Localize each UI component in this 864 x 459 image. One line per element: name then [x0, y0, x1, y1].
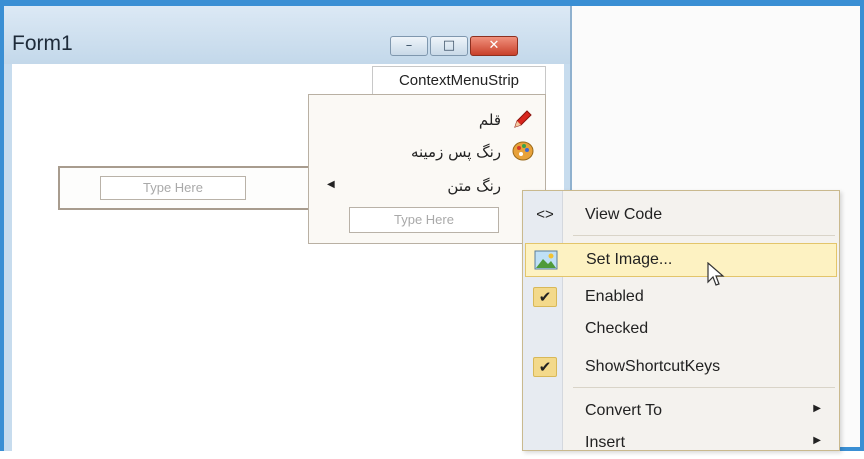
menu-item-label: ShowShortcutKeys: [585, 358, 721, 375]
designer-context-menu[interactable]: <> View Code Set Image... ✔ Enabled Chec…: [522, 190, 840, 451]
menu-item-checked[interactable]: Checked: [525, 313, 837, 345]
cms-item-background-color[interactable]: رنگ پس زمینه: [411, 143, 501, 161]
minimize-icon: –: [405, 38, 413, 53]
form-titlebar[interactable]: Form1 – □ ✕: [4, 6, 570, 64]
context-menu-strip-tab[interactable]: ContextMenuStrip: [372, 66, 546, 94]
menu-strip[interactable]: Type Here: [58, 166, 312, 210]
image-icon: [534, 250, 558, 270]
menu-item-label: Checked: [585, 320, 649, 337]
submenu-arrow-icon: ▶: [813, 435, 821, 446]
close-button[interactable]: ✕: [470, 36, 518, 56]
menu-item-label: Enabled: [585, 288, 644, 305]
menu-item-set-image[interactable]: Set Image...: [525, 243, 837, 277]
menu-item-show-shortcut-keys[interactable]: ✔ ShowShortcutKeys: [525, 351, 837, 383]
pen-icon: [514, 110, 532, 128]
menu-item-enabled[interactable]: ✔ Enabled: [525, 281, 837, 313]
cms-type-here-box[interactable]: Type Here: [349, 207, 499, 233]
cms-item-pen[interactable]: قلم: [479, 111, 501, 129]
context-menu-strip-dropdown[interactable]: قلم رنگ پس زمینه رنگ متن ◀ Type Here: [308, 94, 546, 244]
menu-item-label: Insert: [585, 434, 626, 451]
palette-icon: [512, 141, 534, 161]
menu-item-convert-to[interactable]: Convert To ▶: [525, 395, 837, 427]
menu-separator: [573, 387, 835, 388]
menustrip-type-here-box[interactable]: Type Here: [100, 176, 246, 200]
form-title: Form1: [12, 32, 73, 55]
minimize-button[interactable]: –: [390, 36, 428, 56]
menu-item-label: Set Image...: [586, 251, 673, 268]
menu-item-view-code[interactable]: <> View Code: [525, 199, 837, 231]
submenu-left-arrow-icon: ◀: [327, 179, 335, 190]
mouse-cursor-icon: [707, 262, 725, 286]
cms-item-text-color[interactable]: رنگ متن: [447, 177, 501, 195]
maximize-button[interactable]: □: [430, 36, 468, 56]
checkmark-icon: ✔: [533, 357, 557, 377]
menu-item-insert[interactable]: Insert ▶: [525, 427, 837, 459]
close-icon: ✕: [488, 38, 500, 53]
submenu-arrow-icon: ▶: [813, 403, 821, 414]
maximize-icon: □: [442, 38, 456, 53]
code-icon: <>: [536, 206, 554, 223]
frame-right-border: [860, 0, 864, 451]
menu-item-label: Convert To: [585, 402, 663, 419]
menu-separator: [573, 235, 835, 236]
menu-item-label: View Code: [585, 206, 663, 223]
checkmark-icon: ✔: [533, 287, 557, 307]
